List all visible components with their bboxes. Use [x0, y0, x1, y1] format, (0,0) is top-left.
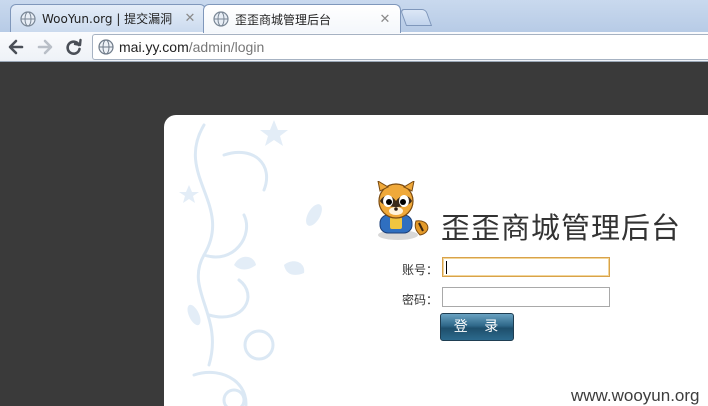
password-label: 密码： — [402, 293, 439, 307]
watermark: www.wooyun.org — [571, 386, 700, 405]
close-icon[interactable]: ✕ — [183, 11, 197, 26]
tab-strip: WooYun.org | 提交漏洞 ✕ 歪歪商城管理后台 ✕ — [0, 0, 708, 33]
globe-icon — [98, 39, 114, 55]
arrow-right-icon[interactable] — [35, 37, 55, 57]
tab-title: 歪歪商城管理后台 — [235, 12, 332, 27]
new-tab-button[interactable] — [399, 9, 433, 26]
username-label: 账号： — [402, 263, 439, 277]
site-title: 歪歪商城管理后台 — [441, 211, 682, 245]
globe-icon — [213, 11, 229, 27]
tab-admin-login[interactable]: 歪歪商城管理后台 ✕ — [203, 4, 401, 33]
floral-decoration — [179, 120, 322, 406]
tab-wooyun[interactable]: WooYun.org | 提交漏洞 ✕ — [10, 4, 206, 32]
url-path: /admin/login — [188, 39, 265, 55]
address-bar[interactable]: mai.yy.com/admin/login — [92, 34, 708, 60]
tab-title: WooYun.org | 提交漏洞 — [42, 12, 173, 26]
close-icon[interactable]: ✕ — [378, 12, 392, 27]
arrow-left-icon[interactable] — [6, 37, 26, 57]
password-input[interactable] — [442, 287, 610, 307]
url-host: mai.yy.com — [119, 39, 189, 55]
login-button[interactable]: 登 录 — [440, 313, 514, 341]
reload-icon[interactable] — [64, 37, 84, 57]
raccoon-mascot — [377, 181, 429, 240]
username-input[interactable] — [442, 257, 610, 277]
globe-icon — [20, 10, 36, 27]
url-text: mai.yy.com/admin/login — [119, 39, 264, 55]
browser-toolbar: mai.yy.com/admin/login — [0, 32, 708, 62]
page-viewport: 歪歪商城管理后台 账号： 密码： 登 录 www.wooyun.org — [0, 63, 708, 406]
text-caret — [446, 261, 447, 274]
login-panel: 歪歪商城管理后台 账号： 密码： 登 录 — [164, 115, 708, 406]
